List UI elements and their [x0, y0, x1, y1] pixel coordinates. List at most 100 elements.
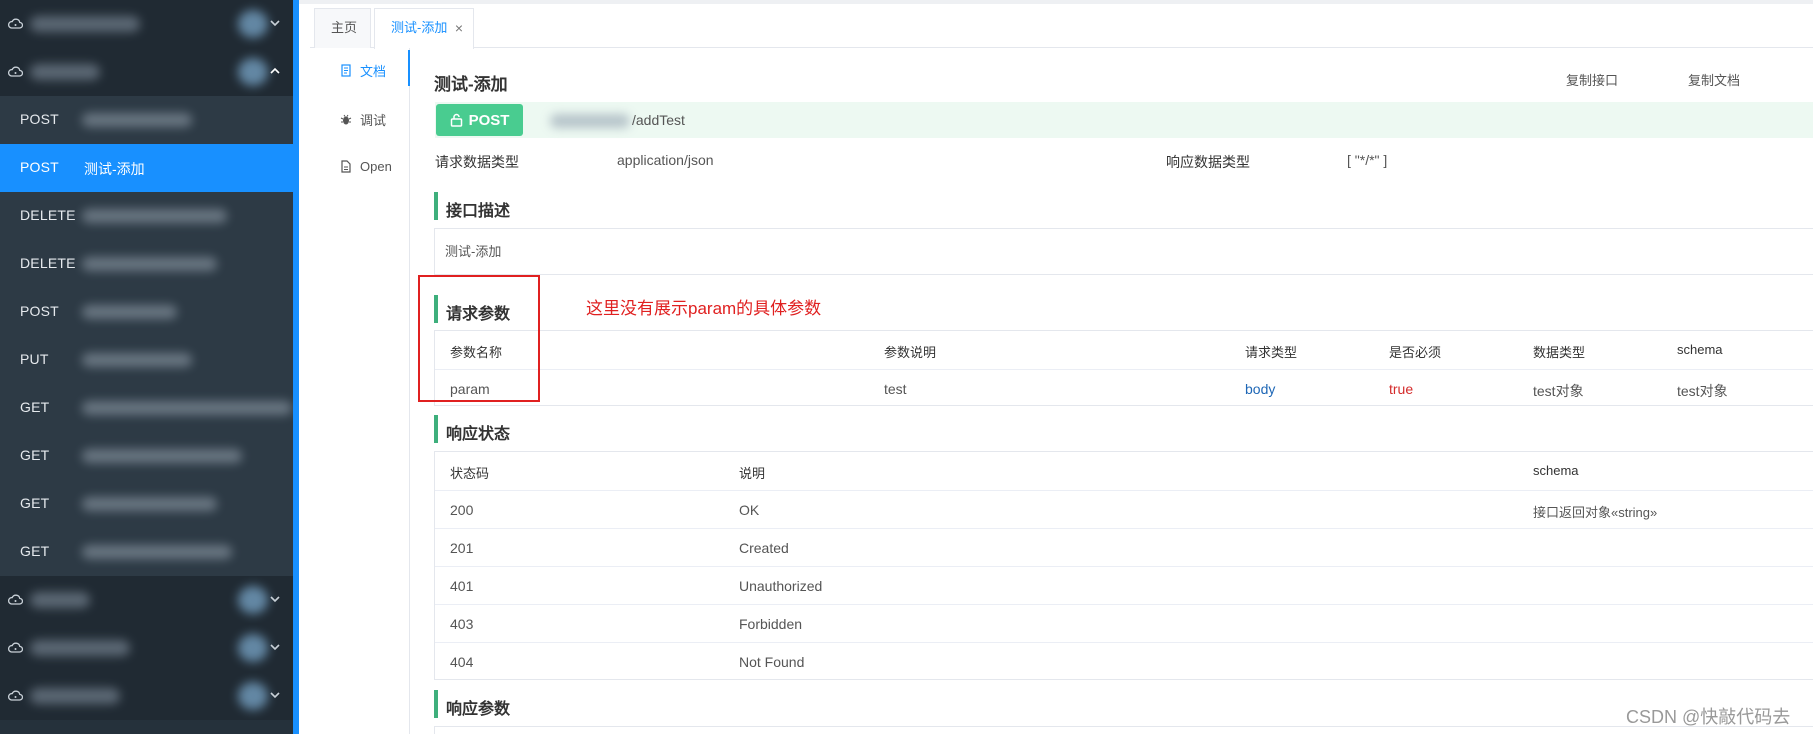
- blurred-badge: [238, 10, 268, 38]
- method-label: GET: [20, 543, 50, 559]
- tab-test-add[interactable]: 测试-添加 ×: [374, 8, 474, 49]
- blurred-badge: [238, 634, 268, 662]
- table-row[interactable]: 404 Not Found: [435, 642, 1813, 680]
- method-badge: POST: [436, 104, 523, 136]
- sidebar-item-test-add[interactable]: POST 测试-添加: [0, 144, 293, 192]
- section-bar: [434, 192, 438, 220]
- method-label: GET: [20, 495, 50, 511]
- nav-document[interactable]: 文档: [340, 61, 386, 80]
- copy-api-button[interactable]: 复制接口: [1566, 70, 1618, 89]
- sidebar-item-put[interactable]: PUT: [0, 336, 293, 384]
- table-row[interactable]: 200 OK 接口返回对象«string»: [435, 490, 1813, 528]
- sidebar-group-expanded[interactable]: [0, 48, 293, 96]
- nav-label: Open: [360, 159, 392, 174]
- blurred-badge: [238, 58, 268, 86]
- section-bar: [434, 690, 438, 718]
- tab-home[interactable]: 主页: [314, 8, 371, 48]
- sidebar: POST POST 测试-添加 DELETE DELETE POST PUT G…: [0, 0, 299, 734]
- cloud-icon: [8, 594, 23, 605]
- response-type-value: [ "*/*" ]: [1347, 152, 1388, 168]
- sidebar-item-get[interactable]: GET: [0, 384, 293, 432]
- tab-label: 主页: [331, 20, 358, 35]
- blurred-group-name: [30, 592, 90, 608]
- page-title: 测试-添加: [434, 75, 508, 94]
- param-in: body: [1245, 381, 1276, 397]
- table-header-row: 状态码 说明 schema: [435, 452, 1813, 490]
- param-desc: test: [884, 381, 907, 397]
- unlock-icon: [450, 113, 462, 127]
- table-row[interactable]: param test body true test对象 test对象: [435, 369, 1813, 407]
- section-response-status: 响应状态: [434, 415, 1813, 443]
- blurred-endpoint-name: [82, 449, 242, 463]
- method-label: DELETE: [20, 255, 76, 271]
- api-document: 测试-添加 复制接口 复制文档 POST /addTest 请求数据类型 app…: [410, 48, 1813, 734]
- blurred-group-name: [30, 64, 100, 80]
- sidebar-item-delete[interactable]: DELETE: [0, 192, 293, 240]
- status-desc: OK: [739, 502, 760, 518]
- sidebar-group[interactable]: [0, 672, 293, 720]
- sidebar-group[interactable]: [0, 624, 293, 672]
- blurred-url-prefix: [550, 114, 630, 128]
- column-header: 是否必须: [1389, 345, 1442, 360]
- sidebar-item-post[interactable]: POST: [0, 288, 293, 336]
- nav-debug[interactable]: 调试: [340, 110, 386, 129]
- description-text: 测试-添加: [445, 244, 502, 259]
- method-label: GET: [20, 447, 50, 463]
- param-required: true: [1389, 381, 1414, 397]
- document-icon: [341, 64, 351, 77]
- method-label: POST: [20, 111, 59, 127]
- section-bar: [434, 415, 438, 443]
- section-response-params: 响应参数: [434, 690, 1813, 718]
- status-code: 401: [450, 578, 474, 594]
- blurred-endpoint-name: [82, 113, 192, 127]
- request-params-table: 参数名称 参数说明 请求类型 是否必须 数据类型 schema param te…: [434, 330, 1813, 406]
- sidebar-group[interactable]: [0, 0, 293, 48]
- status-schema: 接口返回对象«string»: [1533, 505, 1658, 520]
- sidebar-group[interactable]: [0, 576, 293, 624]
- chevron-up-icon: [270, 67, 280, 74]
- file-icon: [341, 160, 351, 173]
- watermark: CSDN @快敲代码去: [1626, 707, 1791, 727]
- status-desc: Not Found: [739, 654, 805, 670]
- tab-bar: 主页 测试-添加 ×: [310, 4, 1813, 49]
- api-path: /addTest: [632, 112, 685, 128]
- chevron-down-icon: [270, 692, 280, 699]
- table-row[interactable]: 401 Unauthorized: [435, 566, 1813, 604]
- method-label: GET: [20, 399, 50, 415]
- doc-side-nav: 文档 调试 Open: [310, 48, 410, 734]
- sidebar-item-get[interactable]: GET: [0, 432, 293, 480]
- section-description: 接口描述: [434, 192, 1813, 220]
- close-icon[interactable]: ×: [455, 9, 463, 47]
- copy-doc-button[interactable]: 复制文档: [1688, 70, 1740, 89]
- blurred-badge: [238, 586, 268, 614]
- request-type-label: 请求数据类型: [435, 154, 519, 170]
- sidebar-scrollbar[interactable]: [293, 0, 299, 734]
- table-row[interactable]: 201 Created: [435, 528, 1813, 566]
- column-header: 请求类型: [1245, 345, 1298, 360]
- cloud-icon: [8, 642, 23, 653]
- column-header: 参数说明: [884, 345, 937, 360]
- nav-open[interactable]: Open: [340, 159, 392, 174]
- table-row[interactable]: 403 Forbidden: [435, 604, 1813, 642]
- column-header: schema: [1677, 342, 1723, 357]
- blurred-endpoint-name: [82, 497, 217, 511]
- blurred-badge: [238, 682, 268, 710]
- blurred-group-name: [30, 688, 120, 704]
- section-title: 响应状态: [446, 426, 511, 443]
- section-title: 接口描述: [446, 203, 511, 220]
- blurred-group-name: [30, 16, 140, 32]
- sidebar-item-post[interactable]: POST: [0, 96, 293, 144]
- blurred-endpoint-name: [82, 257, 217, 271]
- response-params-box: [434, 726, 1813, 734]
- sidebar-item-get[interactable]: GET: [0, 480, 293, 528]
- method-label: PUT: [20, 351, 49, 367]
- column-header: 状态码: [450, 466, 490, 481]
- blurred-endpoint-name: [82, 209, 227, 223]
- status-desc: Created: [739, 540, 789, 556]
- description-box: 测试-添加: [434, 228, 1813, 275]
- sidebar-item-delete[interactable]: DELETE: [0, 240, 293, 288]
- nav-label: 调试: [360, 113, 387, 128]
- status-desc: Forbidden: [739, 616, 803, 632]
- status-desc: Unauthorized: [739, 578, 823, 594]
- sidebar-item-get[interactable]: GET: [0, 528, 293, 576]
